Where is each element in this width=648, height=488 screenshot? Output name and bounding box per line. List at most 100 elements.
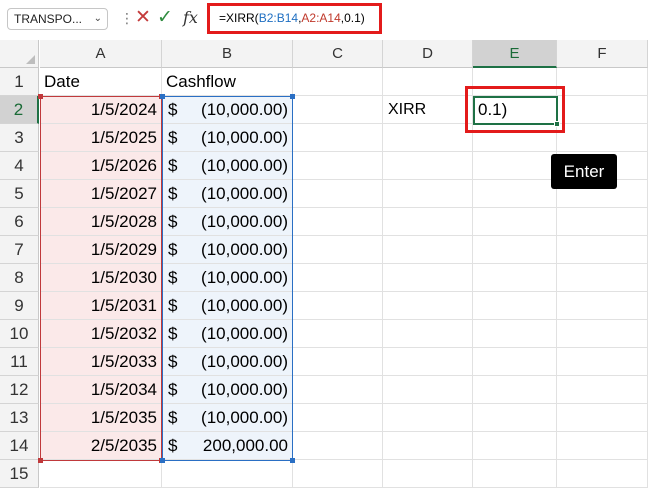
empty-cell[interactable] <box>473 404 557 432</box>
empty-cell[interactable] <box>293 152 383 180</box>
formula-input[interactable]: =XIRR(B2:B14,A2:A14,0.1) <box>207 3 382 34</box>
cashflow-cell[interactable]: $ (10,000.00) <box>162 320 293 348</box>
empty-cell[interactable] <box>557 320 648 348</box>
cashflow-cell[interactable]: $ (10,000.00) <box>162 180 293 208</box>
column-header-b[interactable]: B <box>162 40 293 68</box>
chevron-down-icon[interactable]: ⌄ <box>94 9 102 29</box>
date-cell[interactable]: 1/5/2025 <box>40 124 162 152</box>
empty-cell[interactable] <box>557 236 648 264</box>
cashflow-cell[interactable]: $ (10,000.00) <box>162 292 293 320</box>
date-cell[interactable]: 1/5/2035 <box>40 404 162 432</box>
empty-cell[interactable] <box>293 180 383 208</box>
cashflow-cell[interactable]: $200,000.00 <box>162 432 293 460</box>
empty-cell[interactable] <box>383 208 473 236</box>
cashflow-cell[interactable]: $ (10,000.00) <box>162 124 293 152</box>
empty-cell[interactable] <box>383 348 473 376</box>
empty-cell[interactable] <box>557 376 648 404</box>
empty-cell[interactable] <box>557 264 648 292</box>
empty-cell[interactable] <box>473 124 557 152</box>
empty-cell[interactable] <box>557 404 648 432</box>
range-handle-icon[interactable] <box>290 458 295 463</box>
empty-cell[interactable] <box>473 180 557 208</box>
row-header-9[interactable]: 9 <box>0 292 39 320</box>
date-cell[interactable]: 1/5/2032 <box>40 320 162 348</box>
empty-cell[interactable] <box>557 348 648 376</box>
enter-icon[interactable]: ✓ <box>157 8 173 28</box>
row-header-2[interactable]: 2 <box>0 96 39 124</box>
cell-b1-header[interactable]: Cashflow <box>162 68 293 96</box>
empty-cell[interactable] <box>293 124 383 152</box>
cell-a1-header[interactable]: Date <box>40 68 162 96</box>
empty-cell[interactable] <box>293 460 383 488</box>
row-header-5[interactable]: 5 <box>0 180 39 208</box>
empty-cell[interactable] <box>557 460 648 488</box>
empty-cell[interactable] <box>557 292 648 320</box>
row-header-1[interactable]: 1 <box>0 68 39 96</box>
range-handle-icon[interactable] <box>160 458 165 463</box>
empty-cell[interactable] <box>383 152 473 180</box>
empty-cell[interactable] <box>473 376 557 404</box>
date-cell[interactable]: 1/5/2028 <box>40 208 162 236</box>
row-header-6[interactable]: 6 <box>0 208 39 236</box>
cashflow-cell[interactable]: $ (10,000.00) <box>162 236 293 264</box>
empty-cell[interactable] <box>293 292 383 320</box>
cashflow-cell[interactable]: $ (10,000.00) <box>162 376 293 404</box>
column-header-f[interactable]: F <box>557 40 648 68</box>
cashflow-cell[interactable]: $ (10,000.00) <box>162 152 293 180</box>
column-header-a[interactable]: A <box>40 40 162 68</box>
empty-cell[interactable] <box>383 292 473 320</box>
row-header-4[interactable]: 4 <box>0 152 39 180</box>
cashflow-cell[interactable]: $ (10,000.00) <box>162 404 293 432</box>
empty-cell[interactable] <box>557 432 648 460</box>
empty-cell[interactable] <box>383 236 473 264</box>
empty-cell[interactable] <box>383 264 473 292</box>
date-cell[interactable]: 1/5/2029 <box>40 236 162 264</box>
empty-cell[interactable] <box>473 208 557 236</box>
range-handle-icon[interactable] <box>38 458 43 463</box>
empty-cell[interactable] <box>473 320 557 348</box>
empty-cell[interactable] <box>383 320 473 348</box>
empty-cell[interactable] <box>557 208 648 236</box>
empty-cell[interactable] <box>383 124 473 152</box>
row-header-12[interactable]: 12 <box>0 376 39 404</box>
range-handle-icon[interactable] <box>38 94 43 99</box>
empty-cell[interactable] <box>473 264 557 292</box>
row-header-3[interactable]: 3 <box>0 124 39 152</box>
drag-handle-icon[interactable]: ⋮ <box>120 11 134 25</box>
empty-cell[interactable] <box>557 96 648 124</box>
empty-cell[interactable] <box>557 124 648 152</box>
empty-cell[interactable] <box>383 180 473 208</box>
empty-cell[interactable] <box>557 68 648 96</box>
xirr-label[interactable]: XIRR <box>383 96 473 124</box>
cashflow-cell[interactable]: $ (10,000.00) <box>162 96 293 124</box>
column-header-c[interactable]: C <box>293 40 383 68</box>
date-cell[interactable]: 1/5/2031 <box>40 292 162 320</box>
date-cell[interactable]: 1/5/2027 <box>40 180 162 208</box>
empty-cell[interactable] <box>293 432 383 460</box>
empty-cell[interactable] <box>473 152 557 180</box>
empty-cell[interactable] <box>293 96 383 124</box>
column-header-e[interactable]: E <box>473 40 557 68</box>
empty-cell[interactable] <box>383 376 473 404</box>
name-box[interactable]: TRANSPO... ⌄ <box>7 8 108 30</box>
row-header-7[interactable]: 7 <box>0 236 39 264</box>
empty-cell[interactable] <box>473 460 557 488</box>
date-cell[interactable]: 2/5/2035 <box>40 432 162 460</box>
column-header-d[interactable]: D <box>383 40 473 68</box>
row-header-15[interactable]: 15 <box>0 460 39 488</box>
fill-handle[interactable] <box>554 121 560 127</box>
empty-cell[interactable] <box>383 404 473 432</box>
cashflow-cell[interactable]: $ (10,000.00) <box>162 208 293 236</box>
insert-function-icon[interactable]: fx <box>183 8 198 28</box>
empty-cell[interactable] <box>40 460 162 488</box>
row-header-11[interactable]: 11 <box>0 348 39 376</box>
empty-cell[interactable] <box>473 432 557 460</box>
cashflow-cell[interactable]: $ (10,000.00) <box>162 348 293 376</box>
range-handle-icon[interactable] <box>160 94 165 99</box>
empty-cell[interactable] <box>473 68 557 96</box>
empty-cell[interactable] <box>293 264 383 292</box>
range-handle-icon[interactable] <box>290 94 295 99</box>
date-cell[interactable]: 1/5/2034 <box>40 376 162 404</box>
empty-cell[interactable] <box>383 68 473 96</box>
empty-cell[interactable] <box>293 376 383 404</box>
